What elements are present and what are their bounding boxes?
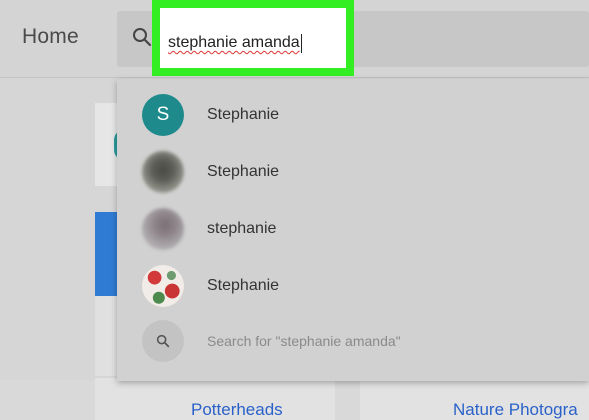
background-banner [95,212,117,296]
text-caret [300,33,302,53]
suggestion-item[interactable]: stephanie [117,201,589,257]
search-query-text: stephanie amanda [168,34,300,51]
avatar [142,208,184,250]
avatar: S [142,94,184,136]
group-tile-label[interactable]: Potterheads [191,400,283,420]
home-link[interactable]: Home [22,25,79,49]
search-for-query-item[interactable]: Search for "stephanie amanda" [117,313,589,369]
avatar [142,265,184,307]
suggestion-name: stephanie [207,220,277,237]
search-input[interactable]: stephanie amanda [168,30,348,56]
search-highlight: stephanie amanda [152,0,354,76]
search-icon [142,320,184,362]
suggestion-item[interactable]: Stephanie [117,144,589,200]
suggestion-item[interactable]: S Stephanie [117,87,589,143]
suggestion-name: Stephanie [207,163,280,180]
search-icon[interactable] [130,25,154,49]
search-suggestions-dropdown: S Stephanie Stephanie stephanie Stephani… [117,79,589,381]
group-tile-label[interactable]: Nature Photogra [453,400,578,420]
avatar [142,151,184,193]
background-card [95,296,117,376]
search-icon-graphic [156,334,170,348]
suggestion-name: Stephanie [207,277,280,294]
search-icon-graphic [133,28,152,47]
suggestion-name: Stephanie [207,106,280,123]
top-bar: Home stephanie amanda [0,0,589,78]
search-for-label: Search for "stephanie amanda" [207,333,401,349]
suggestion-item[interactable]: Stephanie [117,258,589,314]
